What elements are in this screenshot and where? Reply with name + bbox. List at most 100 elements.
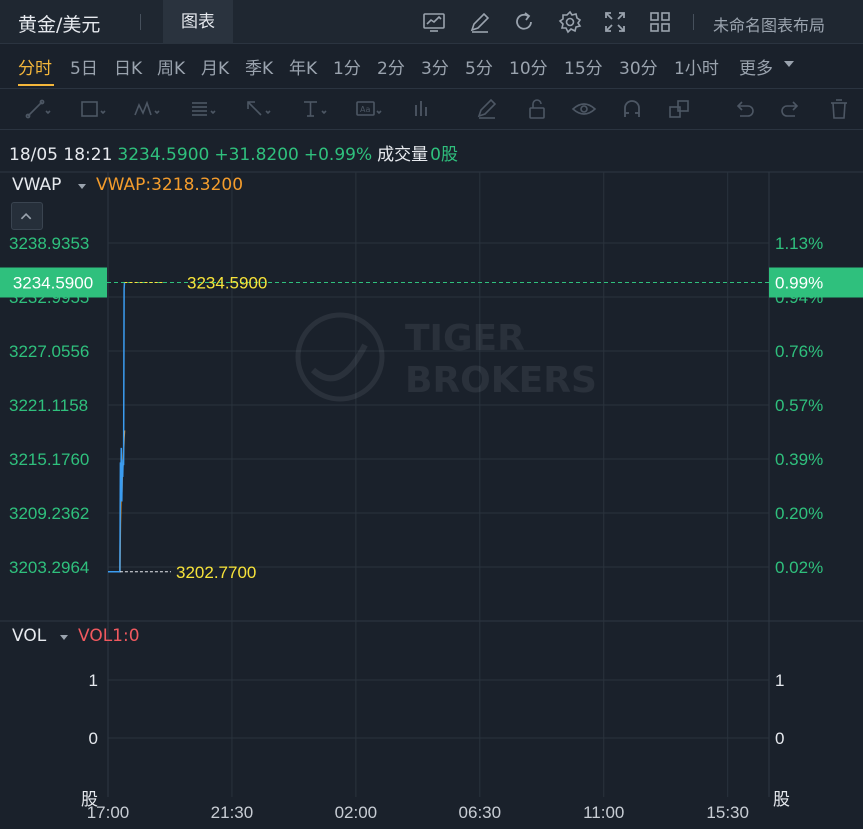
period-3m[interactable]: 3分 [421, 54, 449, 79]
caret-down-icon[interactable] [60, 635, 68, 640]
vol-tick-label-left: 1 [89, 671, 98, 690]
y-tick-label-left: 3221.1158 [9, 396, 88, 415]
fullscreen-icon[interactable] [603, 10, 627, 34]
pencil-icon[interactable] [474, 97, 502, 121]
tiger-brokers-watermark: TIGER BROKERS [295, 312, 597, 402]
y-tick-label-right: 0.02% [775, 558, 823, 577]
magnet-icon[interactable] [618, 97, 646, 121]
period-more[interactable]: 更多 [739, 54, 773, 79]
caret-down-icon[interactable] [78, 184, 86, 189]
fib-icon[interactable] [189, 97, 217, 121]
vol-tick-label-left: 0 [89, 729, 98, 748]
y-tick-label-left: 3238.9353 [9, 234, 89, 253]
undo-icon[interactable] [730, 97, 758, 121]
period-weekly[interactable]: 周K [157, 54, 185, 79]
period-2m[interactable]: 2分 [377, 54, 405, 79]
current-price-tag-text: 3234.5900 [13, 274, 93, 293]
y-tick-label-left: 3232.9955 [9, 288, 89, 307]
eye-icon[interactable] [570, 97, 598, 121]
quote-price: 3234.5900 [117, 145, 210, 165]
period-intraday[interactable]: 分时 [18, 54, 52, 79]
layers-icon[interactable] [666, 97, 694, 121]
trend-line-icon[interactable] [24, 97, 52, 121]
layout-grid-icon[interactable] [648, 10, 672, 34]
period-monthly[interactable]: 月K [201, 54, 229, 79]
y-tick-label-right: 0.76% [775, 342, 823, 361]
trash-icon[interactable] [825, 97, 853, 121]
current-price-tag [0, 267, 107, 298]
text-icon[interactable] [300, 97, 328, 121]
period-yearly[interactable]: 年K [289, 54, 317, 79]
watermark-line2: BROKERS [405, 360, 597, 401]
low-marker-label: 3202.7700 [176, 563, 256, 582]
tab-chart[interactable]: 图表 [163, 0, 233, 44]
divider [693, 14, 694, 30]
bars-icon[interactable] [410, 97, 438, 121]
period-1h[interactable]: 1小时 [674, 54, 719, 79]
rectangle-icon[interactable] [79, 97, 107, 121]
period-daily[interactable]: 日K [114, 54, 142, 79]
sub-indicator-name[interactable]: VOL [12, 626, 46, 646]
vwap-line [108, 430, 126, 573]
x-tick-label: 15:30 [706, 803, 749, 822]
refresh-icon[interactable] [512, 10, 536, 34]
y-tick-label-right: 1.13% [775, 234, 823, 253]
period-5d[interactable]: 5日 [70, 54, 98, 79]
period-30m[interactable]: 30分 [619, 54, 658, 79]
drawing-toolbar: Aa [0, 88, 863, 130]
period-5m[interactable]: 5分 [465, 54, 493, 79]
vol-value: VOL1:0 [78, 626, 140, 646]
collapse-button[interactable] [11, 202, 43, 230]
draw-icon[interactable] [468, 10, 492, 34]
y-tick-label-right: 0.94% [775, 288, 823, 307]
current-pct-tag [769, 267, 863, 298]
chevron-down-icon[interactable] [784, 61, 794, 67]
x-tick-label: 06:30 [459, 803, 502, 822]
y-tick-label-left: 3209.2362 [9, 504, 89, 523]
y-tick-label-left: 3215.1760 [9, 450, 89, 469]
vwap-value: VWAP:3218.3200 [96, 175, 244, 195]
watermark-line1: TIGER [405, 318, 525, 359]
lock-icon[interactable] [523, 97, 551, 121]
x-tick-label: 11:00 [583, 803, 624, 822]
y-tick-label-right: 0.39% [775, 450, 823, 469]
quote-info: 18/05 18:21 3234.5900 +31.8200 +0.99% 成交量 0股 [9, 140, 463, 165]
arrow-icon[interactable] [244, 97, 272, 121]
layout-name[interactable]: 未命名图表布局 [713, 12, 825, 36]
period-1m[interactable]: 1分 [333, 54, 361, 79]
y-tick-label-left: 3227.0556 [9, 342, 89, 361]
main-indicator-name[interactable]: VWAP [12, 175, 61, 195]
y-tick-label-left: 3203.2964 [9, 558, 89, 577]
high-marker-label: 3234.5900 [187, 274, 267, 293]
svg-text:Aa: Aa [360, 105, 370, 114]
x-tick-label: 17:00 [87, 803, 130, 822]
quote-change-pct: +0.99% [303, 145, 373, 165]
x-tick-label: 02:00 [335, 803, 378, 822]
pattern-icon[interactable] [133, 97, 161, 121]
period-quarterly[interactable]: 季K [245, 54, 273, 79]
chevron-up-icon [20, 212, 32, 220]
vol-tick-label-right: 0 [775, 729, 784, 748]
current-pct-tag-text: 0.99% [775, 274, 823, 293]
period-bar: 分时 5日 日K 周K 月K 季K 年K 1分 2分 3分 5分 10分 15分… [0, 44, 863, 86]
vol-tick-label-right: 1 [775, 671, 784, 690]
top-bar: 黄金/美元 图表 未命名图表布局 [0, 0, 863, 44]
volume-value: 0股 [430, 145, 458, 165]
y-tick-label-right: 0.20% [775, 504, 823, 523]
settings-icon[interactable] [558, 10, 582, 34]
period-15m[interactable]: 15分 [564, 54, 603, 79]
y-tick-label-right: 0.57% [775, 396, 823, 415]
quote-datetime: 18/05 18:21 [9, 145, 113, 165]
vol-unit-left: 股 [81, 790, 98, 809]
price-line [108, 282, 126, 573]
vol-unit-right: 股 [773, 790, 790, 809]
redo-icon[interactable] [777, 97, 805, 121]
period-10m[interactable]: 10分 [509, 54, 548, 79]
x-tick-label: 21:30 [211, 803, 254, 822]
divider [140, 14, 141, 30]
label-icon[interactable]: Aa [355, 97, 383, 121]
active-period-indicator [18, 84, 54, 86]
quote-change: +31.8200 [214, 145, 299, 165]
indicator-icon[interactable] [422, 10, 446, 34]
symbol-title[interactable]: 黄金/美元 [18, 10, 100, 37]
